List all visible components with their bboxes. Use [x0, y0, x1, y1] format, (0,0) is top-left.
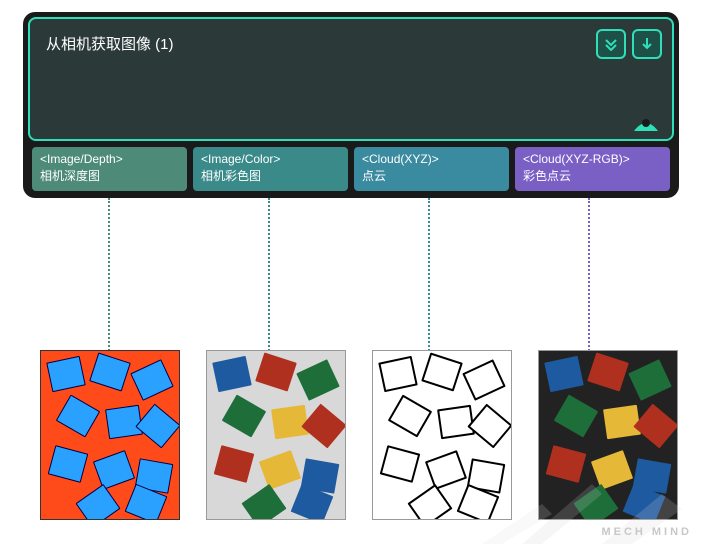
output-port-cloud-xyzrgb[interactable]: <Cloud(XYZ-RGB)> 彩色点云 — [515, 147, 670, 191]
port-label: 点云 — [362, 168, 501, 185]
header-icon-group — [596, 29, 662, 59]
node-header[interactable]: 从相机获取图像 (1) — [28, 17, 674, 141]
preview-colored-point-cloud — [538, 350, 678, 520]
output-port-color[interactable]: <Image/Color> 相机彩色图 — [193, 147, 348, 191]
connector-line-depth — [108, 198, 110, 358]
output-ports-row: <Image/Depth> 相机深度图 <Image/Color> 相机彩色图 … — [28, 147, 674, 191]
connector-line-xyz — [428, 198, 430, 358]
preview-thumbnails-row — [40, 350, 682, 520]
download-arrow-icon[interactable] — [632, 29, 662, 59]
port-type: <Cloud(XYZ)> — [362, 151, 501, 168]
visibility-eye-icon[interactable] — [632, 113, 660, 133]
watermark-text: MECH MIND — [601, 526, 692, 538]
port-type: <Image/Depth> — [40, 151, 179, 168]
port-label: 彩色点云 — [523, 168, 662, 185]
collapse-down-icon[interactable] — [596, 29, 626, 59]
preview-point-cloud — [372, 350, 512, 520]
node-title: 从相机获取图像 (1) — [46, 33, 656, 54]
port-label: 相机彩色图 — [201, 168, 340, 185]
connector-line-color — [268, 198, 270, 358]
step-node-card: 从相机获取图像 (1) <Image/Depth> 相机深度图 <Image/C… — [23, 12, 679, 198]
port-type: <Image/Color> — [201, 151, 340, 168]
output-port-depth[interactable]: <Image/Depth> 相机深度图 — [32, 147, 187, 191]
preview-depth-image — [40, 350, 180, 520]
preview-color-image — [206, 350, 346, 520]
connector-line-xyzrgb — [588, 198, 590, 358]
port-label: 相机深度图 — [40, 168, 179, 185]
output-port-cloud-xyz[interactable]: <Cloud(XYZ)> 点云 — [354, 147, 509, 191]
port-type: <Cloud(XYZ-RGB)> — [523, 151, 662, 168]
